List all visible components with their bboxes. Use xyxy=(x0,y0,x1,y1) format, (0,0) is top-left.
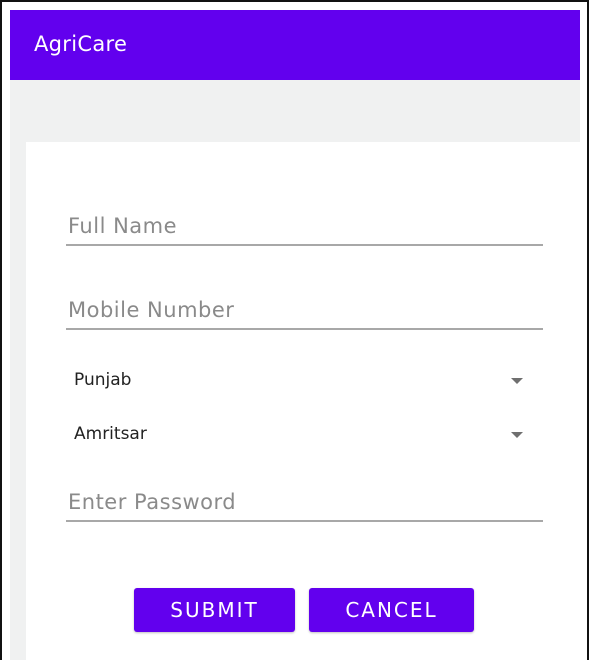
state-selected-value: Punjab xyxy=(74,370,132,390)
password-placeholder: Enter Password xyxy=(68,490,237,514)
mobile-number-placeholder: Mobile Number xyxy=(68,298,235,322)
app-bar: AgriCare xyxy=(10,10,580,80)
district-selected-value: Amritsar xyxy=(74,424,147,444)
full-name-placeholder: Full Name xyxy=(68,214,178,238)
dropdown-arrow-icon xyxy=(511,432,523,438)
district-dropdown[interactable]: Amritsar xyxy=(66,418,543,452)
full-name-field[interactable]: Full Name xyxy=(66,202,543,246)
app-title: AgriCare xyxy=(34,32,128,56)
cancel-button[interactable]: CANCEL xyxy=(309,588,474,632)
dropdown-arrow-icon xyxy=(511,378,523,384)
state-dropdown[interactable]: Punjab xyxy=(66,364,543,398)
mobile-number-field[interactable]: Mobile Number xyxy=(66,286,543,330)
app-screen: AgriCare Full Name Mobile Number Punjab … xyxy=(0,0,589,660)
submit-button[interactable]: SUBMIT xyxy=(134,588,295,632)
password-field[interactable]: Enter Password xyxy=(66,478,543,522)
